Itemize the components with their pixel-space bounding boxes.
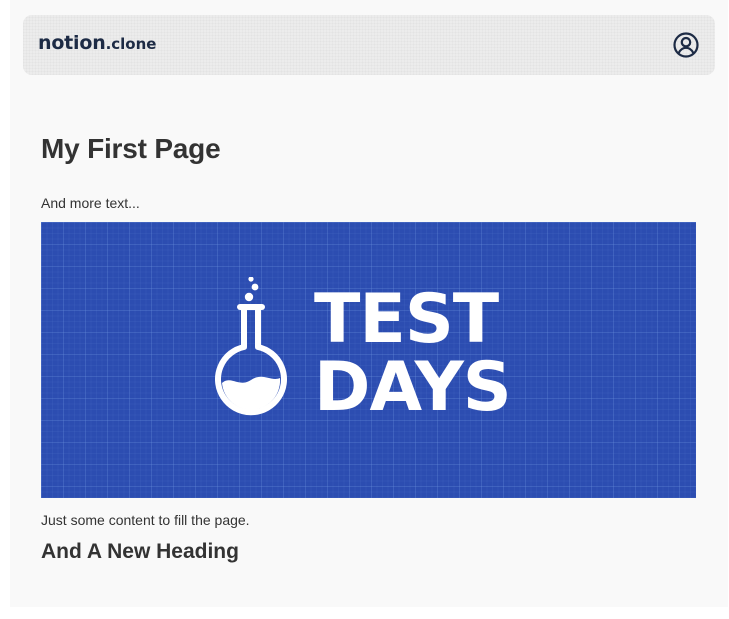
banner-line-1: TEST: [314, 280, 499, 359]
banner-line-2: DAYS: [314, 348, 512, 427]
user-account-button[interactable]: [672, 31, 700, 59]
paragraph-block[interactable]: And more text...: [41, 194, 140, 212]
flask-icon: [215, 277, 287, 416]
banner-headline: TEST DAYS: [314, 280, 512, 427]
page-title[interactable]: My First Page: [41, 131, 221, 167]
user-circle-icon: [673, 32, 699, 58]
brand-suffix: .clone: [105, 35, 157, 53]
brand-name: notion: [38, 32, 106, 54]
paragraph-block[interactable]: Just some content to fill the page.: [41, 511, 250, 529]
section-heading[interactable]: And A New Heading: [41, 539, 239, 565]
top-bar: notion.clone: [23, 15, 715, 75]
banner-image[interactable]: TEST DAYS: [41, 222, 696, 498]
brand-logo[interactable]: notion.clone: [38, 34, 156, 53]
